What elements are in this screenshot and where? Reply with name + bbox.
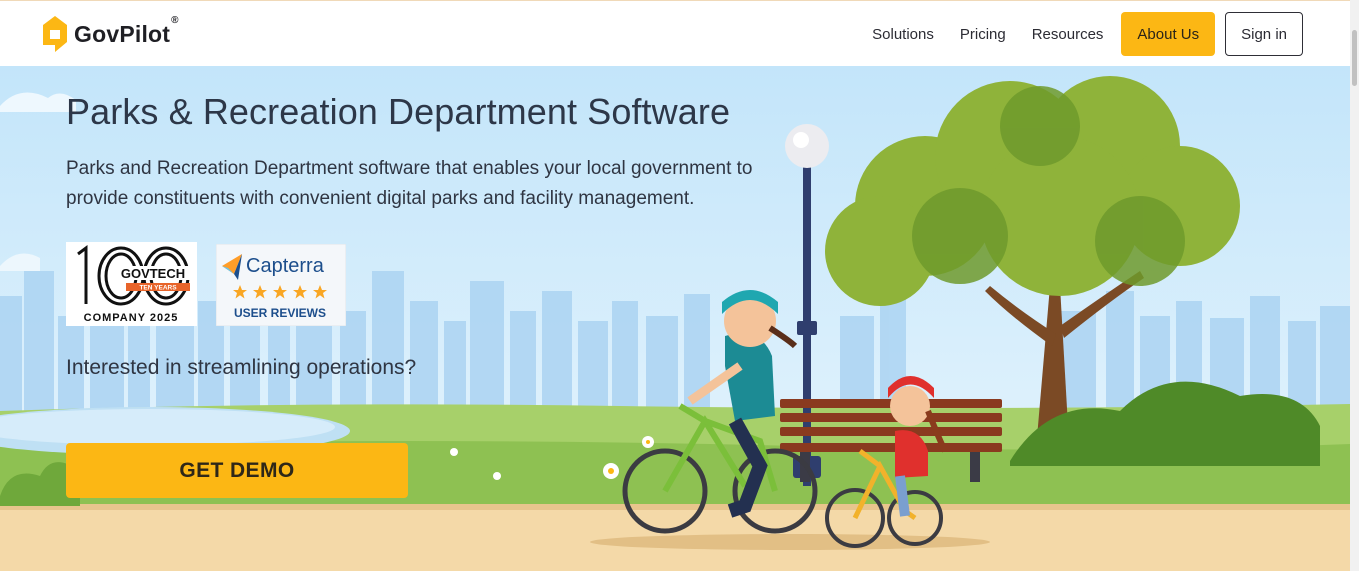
govtech-badge-graphic: GOVTECH TEN YEARS COMPANY 2025 (66, 242, 197, 326)
registered-mark: ® (171, 14, 179, 26)
location-pin-house-icon (43, 16, 67, 52)
capterra-name: Capterra (246, 255, 325, 277)
hero-question: Interested in streamlining operations? (66, 356, 417, 379)
hero-section: Parks & Recreation Department Software P… (0, 66, 1350, 571)
nav-pricing[interactable]: Pricing (960, 26, 1006, 43)
about-us-button[interactable]: About Us (1121, 12, 1216, 56)
nav-resources[interactable]: Resources (1032, 26, 1104, 43)
capterra-badge-graphic: Capterra USER REVIEWS (215, 243, 347, 327)
govtech-name: GOVTECH (121, 266, 185, 281)
scrollbar-thumb[interactable] (1352, 30, 1357, 86)
page-scrollbar[interactable] (1350, 0, 1359, 571)
govtech-ribbon: TEN YEARS (139, 285, 177, 292)
page-title: Parks & Recreation Department Software (66, 91, 731, 132)
main-nav: Solutions Pricing Resources About Us Sig… (872, 12, 1303, 56)
site-header: GovPilot® Solutions Pricing Resources Ab… (0, 0, 1350, 66)
sign-in-button[interactable]: Sign in (1225, 12, 1303, 56)
nav-solutions[interactable]: Solutions (872, 26, 934, 43)
govtech-caption: COMPANY 2025 (84, 312, 179, 324)
brand-logo[interactable]: GovPilot® (42, 15, 179, 53)
hero-description: Parks and Recreation Department software… (66, 158, 753, 209)
govtech-100-badge: GOVTECH TEN YEARS COMPANY 2025 (66, 242, 197, 326)
get-demo-button[interactable]: GET DEMO (66, 443, 408, 498)
capterra-caption: USER REVIEWS (234, 306, 326, 320)
capterra-badge: Capterra USER REVIEWS (215, 243, 347, 327)
brand-name-text: GovPilot (74, 20, 171, 47)
brand-name: GovPilot® (74, 15, 179, 48)
